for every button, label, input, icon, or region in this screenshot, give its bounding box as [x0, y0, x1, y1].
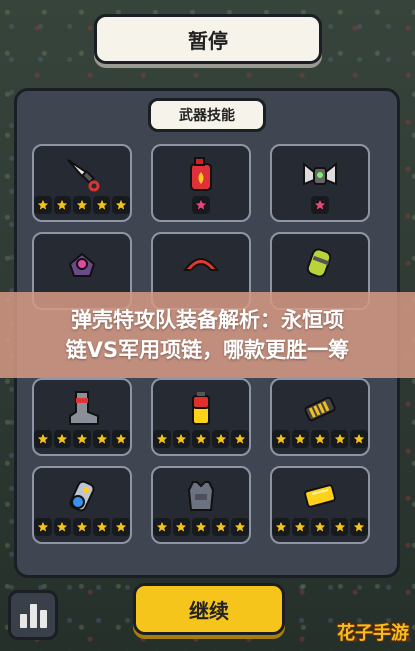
banner-line-1: 弹壳特攻队装备解析：永恒项: [71, 308, 344, 332]
star-icon: [211, 430, 230, 448]
supply-card[interactable]: [32, 466, 132, 544]
star-icon: [53, 430, 72, 448]
star-icon: [53, 518, 72, 536]
pause-button[interactable]: 暂停: [94, 14, 322, 64]
star-icon: [330, 430, 349, 448]
weapon-skill-card[interactable]: [270, 144, 370, 222]
star-icon: [73, 196, 91, 214]
star-icon: [92, 518, 111, 536]
supply-card[interactable]: [32, 378, 132, 456]
star-icon: [211, 518, 230, 536]
continue-button[interactable]: 继续: [133, 583, 285, 635]
star-icon: [291, 518, 310, 536]
weapon-skills-title: 武器技能: [148, 98, 266, 132]
star-icon: [92, 430, 111, 448]
battery-icon: [153, 388, 249, 428]
star-icon: [172, 518, 191, 536]
energy-cube-icon: [34, 476, 130, 516]
star-icon: [192, 196, 210, 214]
star-icon: [272, 518, 290, 536]
star-icon: [112, 196, 130, 214]
star-icon: [172, 430, 191, 448]
boomerang-icon: [153, 242, 249, 282]
supply-card[interactable]: [270, 378, 370, 456]
star-icon: [34, 430, 52, 448]
star-icon: [92, 196, 111, 214]
star-icon: [311, 518, 329, 536]
star-icon: [350, 430, 368, 448]
stats-bar-icon: [29, 604, 37, 628]
star-rating: [153, 196, 249, 214]
star-rating: [153, 518, 249, 536]
star-rating: [34, 196, 130, 214]
star-icon: [291, 430, 310, 448]
supply-card[interactable]: [151, 378, 251, 456]
star-rating: [272, 196, 368, 214]
stats-button[interactable]: [8, 590, 58, 640]
stats-bar-icon: [19, 614, 27, 628]
star-icon: [272, 430, 290, 448]
star-icon: [231, 430, 249, 448]
star-rating: [153, 430, 249, 448]
ammo-belt-icon: [272, 388, 368, 428]
star-icon: [112, 430, 130, 448]
star-icon: [153, 430, 171, 448]
star-icon: [34, 518, 52, 536]
drone-icon: [272, 154, 368, 194]
star-icon: [192, 518, 210, 536]
star-icon: [311, 196, 329, 214]
grenade-can-icon: [272, 242, 368, 282]
banner-line-2: 链VS军用项链，哪款更胜一筹: [65, 338, 350, 362]
gold-ticket-icon: [272, 476, 368, 516]
supply-card[interactable]: [270, 466, 370, 544]
weapon-skill-card[interactable]: [32, 144, 132, 222]
star-icon: [34, 196, 52, 214]
kunai-icon: [34, 154, 130, 194]
star-icon: [330, 518, 349, 536]
star-icon: [311, 430, 329, 448]
stats-bar-icon: [39, 610, 47, 628]
star-icon: [153, 518, 171, 536]
supply-card[interactable]: [151, 466, 251, 544]
watermark: 花子手游: [337, 623, 409, 644]
star-rating: [272, 518, 368, 536]
star-icon: [350, 518, 368, 536]
star-icon: [112, 518, 130, 536]
article-banner: 弹壳特攻队装备解析：永恒项 链VS军用项链，哪款更胜一筹: [0, 292, 415, 378]
star-rating: [34, 430, 130, 448]
robot-turret-icon: [34, 242, 130, 282]
star-icon: [231, 518, 249, 536]
star-icon: [73, 430, 91, 448]
armored-boot-icon: [34, 388, 130, 428]
body-armor-icon: [153, 476, 249, 516]
star-rating: [34, 518, 130, 536]
star-icon: [73, 518, 91, 536]
star-rating: [272, 430, 368, 448]
fuel-can-icon: [153, 154, 249, 194]
star-icon: [192, 430, 210, 448]
weapon-skill-card[interactable]: [151, 144, 251, 222]
star-icon: [53, 196, 72, 214]
